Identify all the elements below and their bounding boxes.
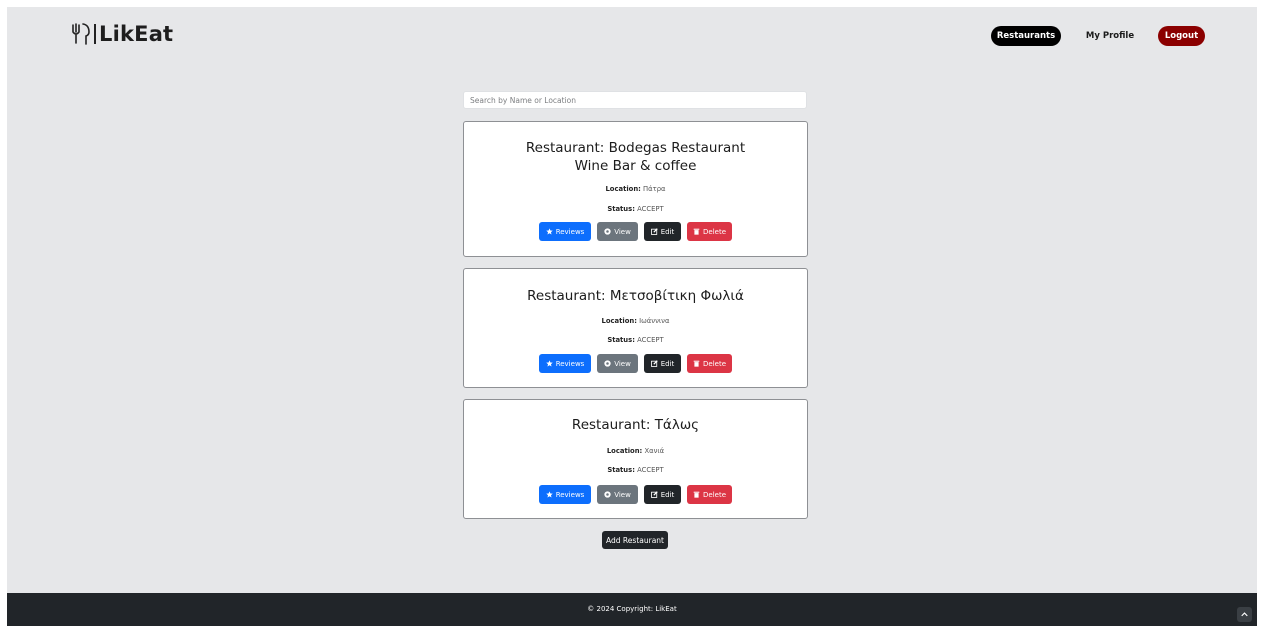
restaurant-title: Restaurant: Bodegas Restaurant Wine Bar …: [525, 140, 746, 174]
restaurant-location: Location: Πάτρα: [605, 185, 666, 193]
footer: © 2024 Copyright: LikEat: [7, 593, 1257, 626]
edit-icon: [650, 228, 658, 235]
search-input[interactable]: [463, 91, 807, 109]
star-icon: [545, 491, 553, 498]
restaurant-card: Restaurant: Bodegas Restaurant Wine Bar …: [463, 121, 808, 257]
eye-icon: [604, 360, 611, 367]
cutlery-hands-icon: [72, 23, 90, 45]
eye-icon: [604, 228, 611, 235]
copyright-text: © 2024 Copyright: LikEat: [587, 605, 677, 613]
star-icon: [545, 360, 553, 367]
view-button[interactable]: View: [597, 485, 638, 504]
logo-divider: [94, 24, 96, 44]
restaurant-name: Τάλως: [654, 417, 700, 433]
view-button[interactable]: View: [597, 222, 638, 241]
card-actions: Reviews View Edit Delete: [464, 354, 807, 373]
delete-button[interactable]: Delete: [687, 354, 732, 373]
restaurant-status: Status: ACCEPT: [607, 205, 664, 213]
eye-icon: [604, 491, 611, 498]
card-actions: Reviews View Edit Delete: [464, 485, 807, 504]
restaurant-card: Restaurant: Τάλως Location: Χανιά Status…: [463, 399, 808, 519]
reviews-button[interactable]: Reviews: [539, 222, 591, 241]
nav-my-profile-link[interactable]: My Profile: [1080, 26, 1140, 46]
restaurant-status: Status: ACCEPT: [607, 466, 664, 474]
add-restaurant-button[interactable]: Add Restaurant: [602, 531, 668, 549]
edit-button[interactable]: Edit: [644, 222, 681, 241]
nav-restaurants-button[interactable]: Restaurants: [991, 26, 1061, 46]
edit-icon: [650, 360, 658, 367]
card-actions: Reviews View Edit Delete: [464, 222, 807, 241]
reviews-button[interactable]: Reviews: [539, 354, 591, 373]
brand-logo[interactable]: LikEat: [70, 19, 173, 49]
view-button[interactable]: View: [597, 354, 638, 373]
restaurant-title: Restaurant: Τάλως: [571, 417, 700, 433]
reviews-button[interactable]: Reviews: [539, 485, 591, 504]
edit-button[interactable]: Edit: [644, 485, 681, 504]
trash-icon: [693, 228, 700, 235]
restaurant-name: Μετσοβίτικη Φωλιά: [609, 288, 744, 304]
scroll-to-top-button[interactable]: [1237, 607, 1252, 622]
edit-button[interactable]: Edit: [644, 354, 681, 373]
trash-icon: [693, 360, 700, 367]
restaurant-location: Location: Ιωάννινα: [601, 317, 670, 325]
restaurant-status: Status: ACCEPT: [607, 336, 664, 344]
brand-name: LikEat: [99, 22, 174, 46]
delete-button[interactable]: Delete: [687, 222, 732, 241]
chevron-up-icon: [1241, 612, 1248, 617]
restaurant-location: Location: Χανιά: [606, 447, 665, 455]
restaurant-title: Restaurant: Μετσοβίτικη Φωλιά: [527, 288, 744, 304]
star-icon: [545, 228, 553, 235]
logout-button[interactable]: Logout: [1158, 26, 1205, 46]
delete-button[interactable]: Delete: [687, 485, 732, 504]
edit-icon: [650, 491, 658, 498]
restaurant-card: Restaurant: Μετσοβίτικη Φωλιά Location: …: [463, 268, 808, 388]
trash-icon: [693, 491, 700, 498]
